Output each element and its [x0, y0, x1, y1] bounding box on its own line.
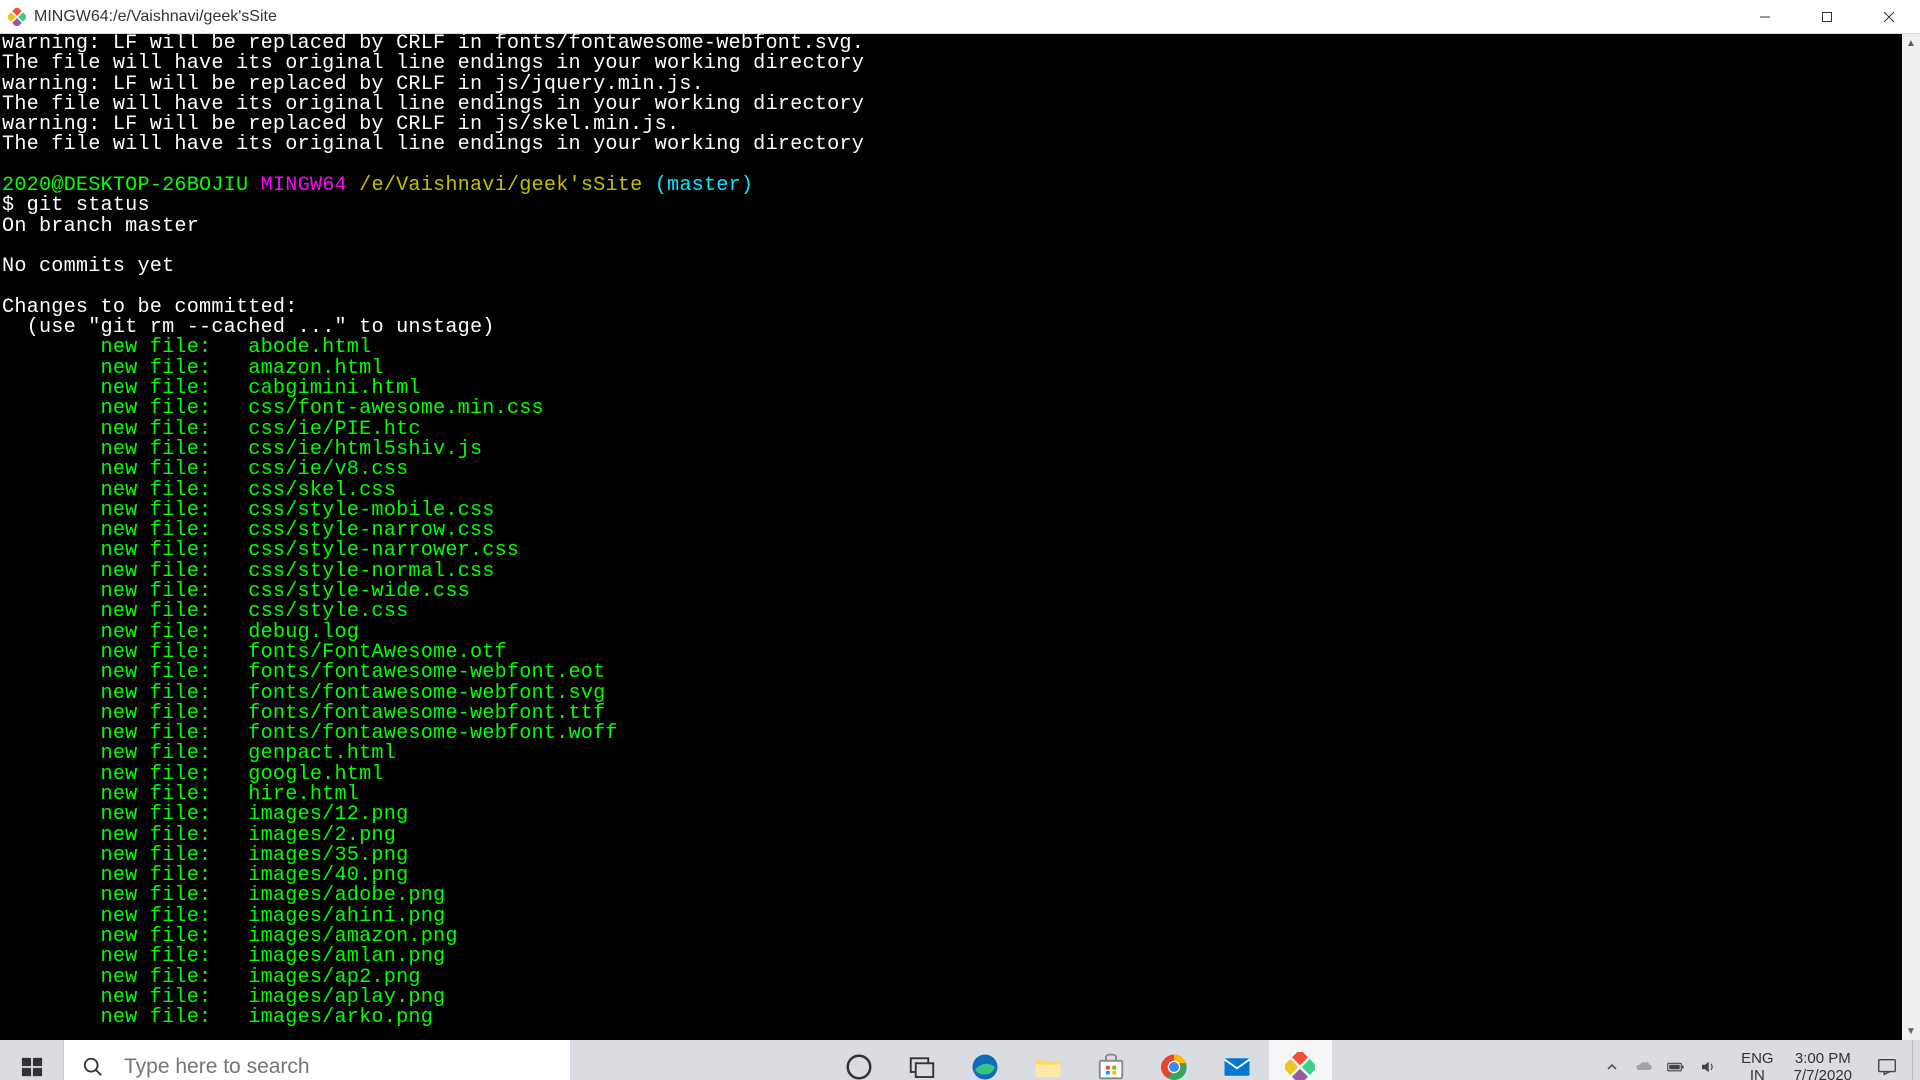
lang-secondary: IN — [1741, 1067, 1774, 1080]
show-desktop-button[interactable] — [1912, 1040, 1920, 1080]
start-button[interactable] — [0, 1040, 63, 1080]
git-bash-taskbar-button[interactable] — [1269, 1040, 1332, 1080]
search-box[interactable] — [63, 1040, 570, 1080]
edge-button[interactable] — [954, 1040, 1017, 1080]
terminal-output[interactable]: warning: LF will be replaced by CRLF in … — [0, 34, 1902, 1040]
search-icon — [82, 1056, 104, 1078]
task-view-button[interactable] — [891, 1040, 954, 1080]
action-center-button[interactable] — [1862, 1040, 1912, 1080]
git-bash-icon — [8, 8, 26, 26]
task-view-icon — [907, 1052, 937, 1080]
chrome-button[interactable] — [1143, 1040, 1206, 1080]
close-button[interactable] — [1858, 0, 1920, 33]
chrome-icon — [1159, 1052, 1189, 1080]
taskbar-right: ENG IN 3:00 PM 7/7/2020 — [1589, 1040, 1920, 1080]
scroll-down-icon[interactable]: ▼ — [1902, 1022, 1920, 1040]
taskbar-pinned — [828, 1040, 1332, 1080]
cortana-icon — [844, 1052, 874, 1080]
clock-time: 3:00 PM — [1794, 1050, 1852, 1067]
window-controls — [1734, 0, 1920, 33]
battery-icon[interactable] — [1667, 1058, 1685, 1076]
terminal-area: warning: LF will be replaced by CRLF in … — [0, 34, 1920, 1040]
scrollbar[interactable]: ▲ ▼ — [1902, 34, 1920, 1040]
language-indicator[interactable]: ENG IN — [1731, 1050, 1784, 1080]
lang-primary: ENG — [1741, 1050, 1774, 1067]
scroll-track[interactable] — [1902, 52, 1920, 1022]
mail-icon — [1222, 1052, 1252, 1080]
taskbar-left — [0, 1040, 570, 1080]
minimize-button[interactable] — [1734, 0, 1796, 33]
store-button[interactable] — [1080, 1040, 1143, 1080]
mail-button[interactable] — [1206, 1040, 1269, 1080]
scroll-up-icon[interactable]: ▲ — [1902, 34, 1920, 52]
taskbar: ENG IN 3:00 PM 7/7/2020 — [0, 1040, 1920, 1080]
edge-icon — [970, 1052, 1000, 1080]
folder-icon — [1033, 1052, 1063, 1080]
maximize-button[interactable] — [1796, 0, 1858, 33]
window-title: MINGW64:/e/Vaishnavi/geek'sSite — [34, 8, 277, 26]
store-icon — [1096, 1052, 1126, 1080]
titlebar-left: MINGW64:/e/Vaishnavi/geek'sSite — [8, 8, 277, 26]
minimize-icon — [1759, 11, 1771, 23]
notification-icon — [1876, 1056, 1898, 1078]
maximize-icon — [1821, 11, 1833, 23]
search-input[interactable] — [124, 1055, 552, 1079]
git-bash-taskbar-icon — [1285, 1052, 1315, 1080]
window-titlebar: MINGW64:/e/Vaishnavi/geek'sSite — [0, 0, 1920, 34]
system-tray — [1589, 1058, 1731, 1076]
clock-date: 7/7/2020 — [1794, 1067, 1852, 1080]
file-explorer-button[interactable] — [1017, 1040, 1080, 1080]
tray-chevron-icon[interactable] — [1603, 1058, 1621, 1076]
close-icon — [1883, 11, 1895, 23]
onedrive-icon[interactable] — [1635, 1058, 1653, 1076]
clock[interactable]: 3:00 PM 7/7/2020 — [1784, 1050, 1862, 1080]
windows-logo-icon — [21, 1056, 43, 1078]
volume-icon[interactable] — [1699, 1058, 1717, 1076]
cortana-button[interactable] — [828, 1040, 891, 1080]
